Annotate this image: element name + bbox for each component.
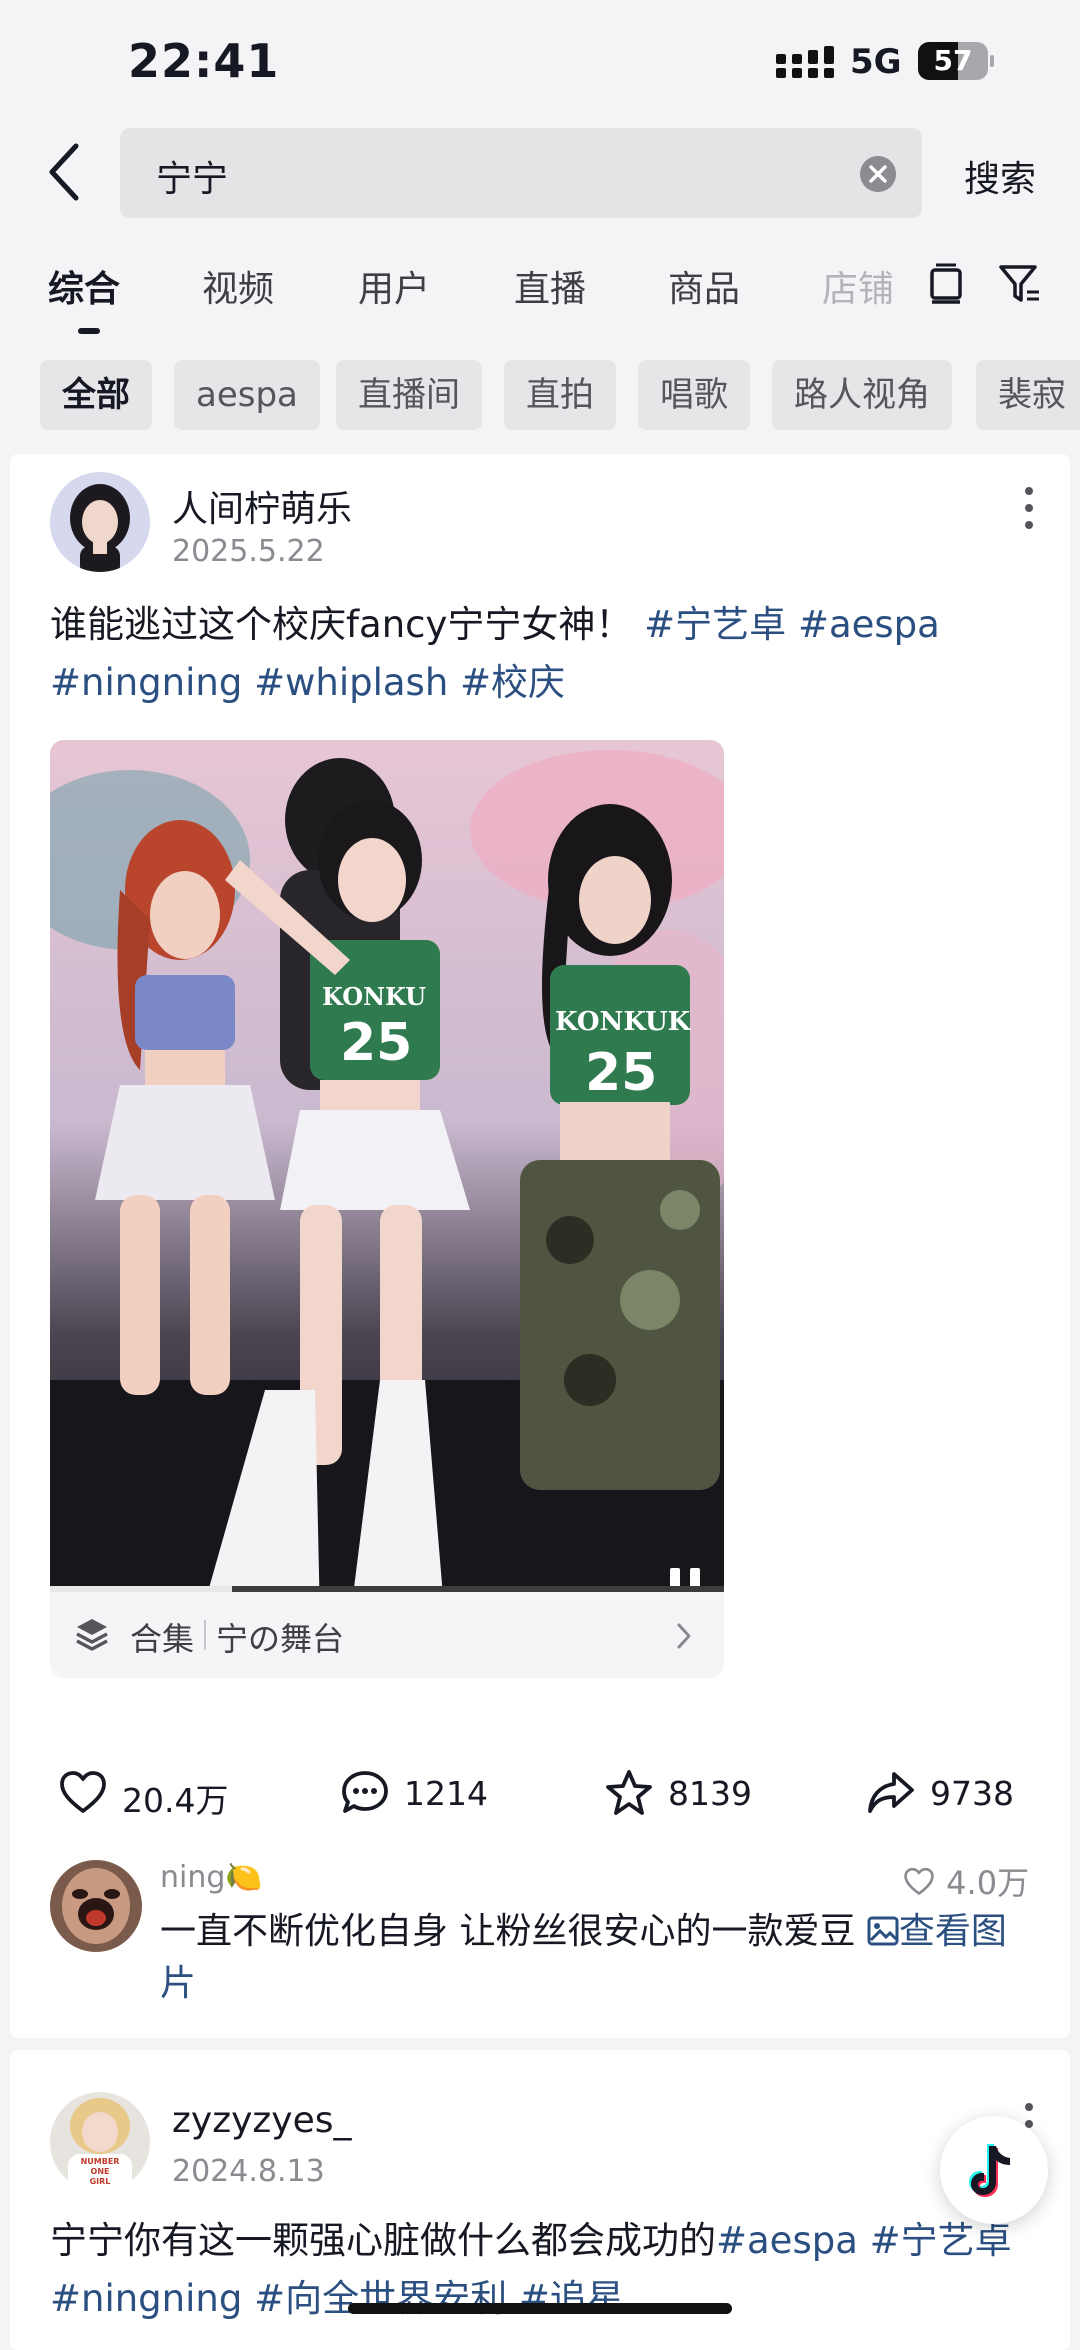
comment-icon (342, 1771, 388, 1813)
hashtag[interactable]: #ningning (50, 2277, 242, 2320)
post-date: 2024.8.13 (172, 2154, 325, 2189)
favorite-button[interactable]: 8139 (604, 1768, 752, 1818)
hashtag[interactable]: #宁艺卓 (644, 603, 786, 646)
music-note-logo-icon (969, 2144, 1010, 2197)
chip-fancam[interactable]: 直拍 (504, 360, 616, 430)
network-type: 5G (850, 42, 902, 82)
layers-icon (76, 1619, 108, 1651)
battery-level: 57 (933, 44, 973, 77)
tab-users[interactable]: 用户 (358, 260, 430, 312)
collection-name: 宁の舞台 (216, 1620, 345, 1658)
collection-divider (204, 1620, 206, 1650)
signal-icon (776, 46, 834, 78)
share-button[interactable]: 9738 (866, 1768, 1014, 1818)
tab-all-results[interactable]: 综合 (48, 260, 120, 312)
post-caption: 谁能逃过这个校庆fancy宁宁女神！ #宁艺卓 #aespa #ningning… (50, 596, 1040, 712)
favorite-count: 8139 (668, 1774, 752, 1813)
tab-shops[interactable]: 店铺 (822, 260, 894, 312)
tab-products[interactable]: 商品 (668, 260, 740, 312)
avatar-text: NUMBER (81, 2157, 120, 2166)
caption-text: 谁能逃过这个校庆fancy宁宁女神！ (50, 603, 633, 646)
star-icon (606, 1770, 652, 1815)
post-card[interactable]: 人间柠萌乐 2025.5.22 谁能逃过这个校庆fancy宁宁女神！ #宁艺卓 … (10, 454, 1070, 2038)
collection-label: 合集 (130, 1620, 195, 1658)
share-count: 9738 (930, 1774, 1014, 1813)
hashtag[interactable]: #aespa (716, 2219, 858, 2262)
image-icon (867, 1916, 899, 1946)
active-tab-indicator (78, 328, 100, 334)
author-avatar[interactable] (50, 472, 150, 572)
video-player[interactable]: KONKU 25 KONKUK 25 (50, 740, 724, 1592)
back-arrow-icon[interactable] (44, 140, 84, 204)
filter-icon[interactable] (998, 262, 1042, 306)
more-options-icon[interactable] (1024, 486, 1034, 530)
svg-text:25: 25 (340, 1013, 412, 1073)
svg-text:KONKU: KONKU (322, 982, 426, 1011)
like-count: 20.4万 (122, 1781, 229, 1820)
hashtag[interactable]: #校庆 (460, 661, 565, 704)
chip-live-room[interactable]: 直播间 (336, 360, 482, 430)
search-query[interactable]: 宁宁 (156, 150, 228, 202)
comment-text-block: 一直不断优化自身 让粉丝很安心的一款爱豆 查看图片 (160, 1906, 1040, 2010)
chevron-right-icon (677, 1623, 691, 1649)
status-bar: 22:41 5G 57 (0, 0, 1080, 120)
clear-icon[interactable] (860, 156, 896, 192)
floating-douyin-button[interactable] (940, 2116, 1048, 2224)
home-indicator (348, 2303, 732, 2314)
like-button[interactable]: 20.4万 (58, 1768, 228, 1820)
avatar-text: ONE (91, 2167, 110, 2176)
hashtag[interactable]: #whiplash (254, 661, 448, 704)
hashtag[interactable]: #宁艺卓 (870, 2219, 1012, 2262)
collection-bar[interactable]: 合集 宁の舞台 (50, 1592, 724, 1678)
comment-like[interactable]: 4.0万 (902, 1858, 1029, 1904)
author-name[interactable]: zyzyzyes_ (116, 2100, 352, 2141)
battery-icon: 57 (918, 42, 994, 82)
heart-icon (60, 1771, 106, 1813)
hashtag[interactable]: #ningning (50, 661, 242, 704)
commenter-avatar[interactable] (50, 1860, 142, 1952)
author-name[interactable]: 人间柠萌乐 (172, 480, 352, 532)
tab-live[interactable]: 直播 (514, 260, 586, 312)
svg-text:KONKUK: KONKUK (555, 1007, 692, 1037)
post-date: 2025.5.22 (172, 534, 325, 569)
chip-peiji[interactable]: 裴寂 (976, 360, 1080, 430)
heart-icon (904, 1867, 934, 1895)
tab-videos[interactable]: 视频 (202, 260, 274, 312)
layout-toggle-icon[interactable] (926, 262, 966, 306)
comment-count: 1214 (404, 1774, 488, 1813)
caption-text: 宁宁你有这一颗强心脏做什么都会成功的 (50, 2219, 716, 2262)
author-name-text[interactable]: zyzyzyes_ (172, 2100, 352, 2141)
chip-all[interactable]: 全部 (40, 360, 152, 430)
chip-passerby-view[interactable]: 路人视角 (772, 360, 952, 430)
search-input[interactable]: 宁宁 (120, 128, 922, 218)
tab-bar: 综合 视频 用户 直播 商品 店铺 (0, 250, 1080, 340)
chip-singing[interactable]: 唱歌 (638, 360, 750, 430)
video-frame: KONKU 25 KONKUK 25 (50, 740, 724, 1592)
comment-button[interactable]: 1214 (340, 1768, 488, 1818)
comment-like-count: 4.0万 (946, 1864, 1030, 1902)
share-arrow-icon (868, 1772, 914, 1813)
hashtag[interactable]: #aespa (798, 603, 940, 646)
search-button[interactable]: 搜索 (964, 150, 1036, 202)
chip-aespa[interactable]: aespa (174, 360, 320, 430)
commenter-name[interactable]: ning🍋 (160, 1860, 263, 1895)
comment-text: 一直不断优化自身 让粉丝很安心的一款爱豆 (160, 1911, 856, 1952)
avatar-text: GIRL (90, 2177, 111, 2186)
status-time: 22:41 (128, 34, 280, 88)
svg-text:25: 25 (585, 1043, 657, 1103)
